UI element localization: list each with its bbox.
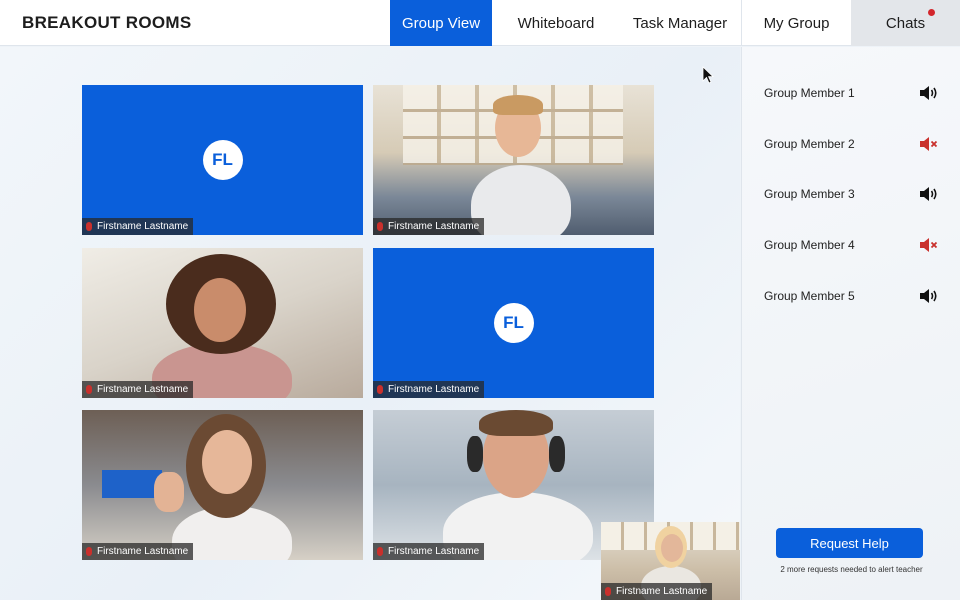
participant-video-hair (493, 95, 543, 115)
group-member-row[interactable]: Group Member 3 (764, 184, 939, 204)
participant-video-face (661, 534, 683, 562)
participant-video-face (194, 278, 246, 342)
participant-name: Firstname Lastname (616, 586, 708, 597)
mic-muted-icon (86, 222, 92, 231)
group-member-row[interactable]: Group Member 4 (764, 235, 939, 255)
notification-dot (928, 9, 935, 16)
participant-name-tag: Firstname Lastname (601, 583, 713, 600)
mic-muted-icon (86, 547, 92, 556)
mic-muted-icon (605, 587, 611, 596)
tab-chats[interactable]: Chats (851, 0, 960, 46)
video-tile[interactable]: Firstname Lastname (82, 410, 363, 560)
video-grid: FL Firstname Lastname Firstname Lastname… (0, 47, 740, 600)
group-member-name: Group Member 3 (764, 187, 855, 201)
speaker-muted-icon[interactable] (919, 136, 939, 152)
video-background (102, 470, 162, 498)
speaker-on-icon[interactable] (919, 288, 939, 304)
mic-muted-icon (86, 385, 92, 394)
participant-name-tag: Firstname Lastname (82, 381, 194, 398)
video-tile[interactable]: Firstname Lastname (82, 248, 363, 398)
participant-name: Firstname Lastname (388, 546, 480, 557)
participant-name: Firstname Lastname (97, 384, 189, 395)
participant-name-tag: Firstname Lastname (82, 543, 194, 560)
speaker-on-icon[interactable] (919, 186, 939, 202)
group-member-name: Group Member 5 (764, 289, 855, 303)
top-bar: BREAKOUT ROOMS Group View Whiteboard Tas… (0, 0, 960, 46)
participant-name: Firstname Lastname (388, 384, 480, 395)
headphones-icon (467, 436, 483, 472)
group-member-row[interactable]: Group Member 2 (764, 134, 939, 154)
tab-task-manager[interactable]: Task Manager (620, 0, 740, 46)
tab-my-group[interactable]: My Group (741, 0, 851, 46)
participant-video-hand (154, 472, 184, 512)
request-help-note: 2 more requests needed to alert teacher (780, 565, 923, 574)
participant-name: Firstname Lastname (97, 221, 189, 232)
participant-video (471, 165, 571, 235)
participant-video-face (202, 430, 252, 494)
group-member-name: Group Member 2 (764, 137, 855, 151)
participant-name-tag: Firstname Lastname (373, 218, 485, 235)
tab-group-view[interactable]: Group View (390, 0, 492, 46)
tab-whiteboard[interactable]: Whiteboard (500, 0, 612, 46)
video-tile[interactable]: FL Firstname Lastname (82, 85, 363, 235)
mic-muted-icon (377, 547, 383, 556)
participant-name: Firstname Lastname (97, 546, 189, 557)
group-member-name: Group Member 4 (764, 238, 855, 252)
mic-muted-icon (377, 385, 383, 394)
participant-avatar: FL (493, 303, 534, 343)
participant-name-tag: Firstname Lastname (373, 543, 485, 560)
participant-name-tag: Firstname Lastname (373, 381, 485, 398)
participant-name: Firstname Lastname (388, 221, 480, 232)
mouse-cursor-icon (702, 66, 714, 84)
participant-avatar: FL (202, 140, 243, 180)
speaker-muted-icon[interactable] (919, 237, 939, 253)
self-view[interactable]: Firstname Lastname (601, 522, 740, 600)
group-member-row[interactable]: Group Member 5 (764, 286, 939, 306)
request-help-button[interactable]: Request Help (776, 528, 923, 558)
mic-muted-icon (377, 222, 383, 231)
headphones-icon (549, 436, 565, 472)
participant-video-hair (479, 410, 553, 436)
speaker-on-icon[interactable] (919, 85, 939, 101)
video-tile[interactable]: FL Firstname Lastname (373, 248, 654, 398)
group-member-row[interactable]: Group Member 1 (764, 83, 939, 103)
group-member-name: Group Member 1 (764, 86, 855, 100)
tab-chats-label: Chats (885, 14, 926, 32)
app-title: BREAKOUT ROOMS (22, 13, 192, 32)
participant-name-tag: Firstname Lastname (82, 218, 194, 235)
video-tile[interactable]: Firstname Lastname (373, 85, 654, 235)
group-members-panel: Group Member 1 Group Member 2 Group Memb… (741, 47, 960, 600)
